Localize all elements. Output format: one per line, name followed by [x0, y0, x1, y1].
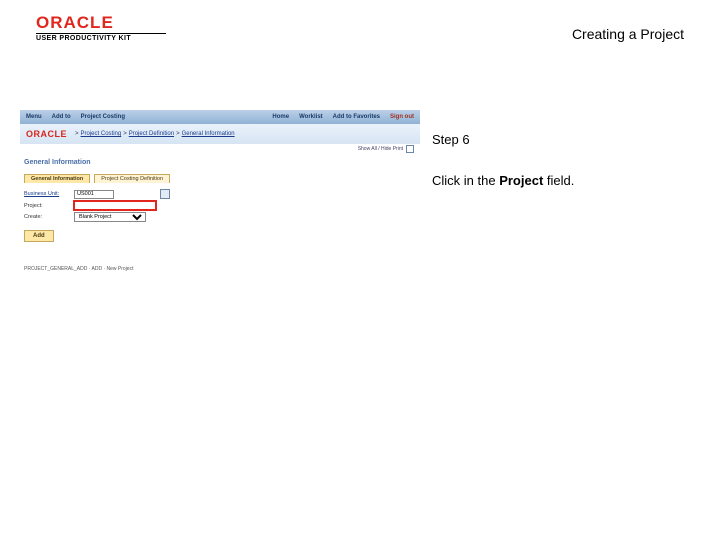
instruction-text: Click in the Project field. [432, 169, 684, 192]
instruction-panel: Step 6 Click in the Project field. [432, 128, 684, 193]
form-grid: Business Unit: Project: Create: Blank Pr… [24, 189, 420, 222]
brand-logo: ORACLE USER PRODUCTIVITY KIT [36, 14, 166, 42]
breadcrumb-bar: ORACLE > Project Costing > Project Defin… [20, 124, 420, 144]
tab-general-info[interactable]: General Information [24, 174, 90, 183]
breadcrumb-item[interactable]: Project Costing [81, 131, 122, 137]
brand-word: ORACLE [36, 14, 166, 31]
page-toolbar: Show All / Hide Print [20, 144, 420, 153]
doc-header: ORACLE USER PRODUCTIVITY KIT Creating a … [0, 14, 720, 54]
nav-home[interactable]: Home [272, 114, 289, 120]
section-heading: General Information [20, 153, 420, 168]
create-select[interactable]: Blank Project [74, 212, 146, 222]
toolbar-text[interactable]: Show All / Hide Print [358, 146, 403, 152]
tab-costing-def[interactable]: Project Costing Definition [94, 174, 170, 183]
page-footer-info: PROJECT_GENERAL_ADD · ADD · New Project [24, 266, 420, 272]
add-button[interactable]: Add [24, 230, 54, 242]
brand-subtitle: USER PRODUCTIVITY KIT [36, 35, 166, 42]
brand-rule [36, 33, 166, 34]
nav-item[interactable]: Add to [52, 114, 71, 120]
app-screenshot: Menu Add to Project Costing Home Worklis… [20, 110, 420, 290]
nav-signout[interactable]: Sign out [390, 114, 414, 120]
nav-favorites[interactable]: Add to Favorites [333, 114, 380, 120]
instruction-prefix: Click in the [432, 173, 499, 188]
nav-item[interactable]: Project Costing [81, 114, 125, 120]
breadcrumb-item[interactable]: General Information [182, 131, 235, 137]
step-label: Step 6 [432, 128, 684, 151]
page-tabs: General Information Project Costing Defi… [24, 174, 420, 183]
global-nav: Menu Add to Project Costing Home Worklis… [20, 110, 420, 124]
create-label: Create: [24, 214, 70, 220]
bu-label[interactable]: Business Unit: [24, 191, 70, 197]
instruction-target: Project [499, 173, 543, 188]
lookup-icon[interactable] [160, 189, 170, 199]
app-brand-word: ORACLE [26, 129, 67, 139]
project-label: Project: [24, 203, 70, 209]
instruction-suffix: field. [543, 173, 574, 188]
breadcrumb-item[interactable]: Project Definition [129, 131, 174, 137]
nav-item[interactable]: Menu [26, 114, 42, 120]
nav-worklist[interactable]: Worklist [299, 114, 323, 120]
project-field[interactable] [74, 201, 156, 210]
page-title: Creating a Project [572, 26, 684, 42]
print-icon[interactable] [406, 145, 414, 153]
bu-field[interactable] [74, 190, 114, 199]
